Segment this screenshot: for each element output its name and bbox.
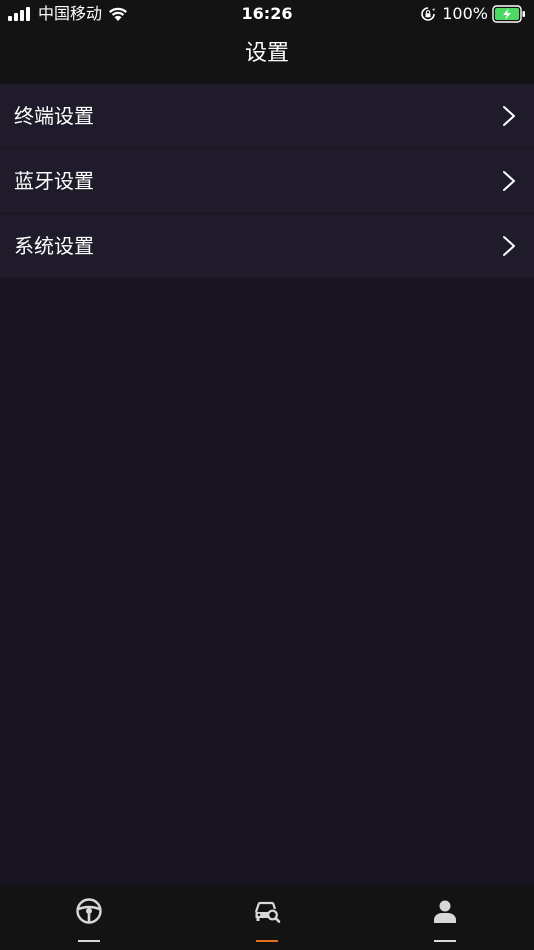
menu-item-label: 终端设置 xyxy=(14,104,94,128)
tab-profile[interactable] xyxy=(356,885,534,950)
top-bar: 中国移动 16:26 100% 设置 xyxy=(0,0,534,84)
menu-item-system-settings[interactable]: 系统设置 xyxy=(0,214,534,279)
menu-item-label: 系统设置 xyxy=(14,234,94,258)
tab-indicator xyxy=(434,940,456,942)
steering-wheel-icon xyxy=(76,898,102,924)
tab-indicator xyxy=(78,940,100,942)
chevron-right-icon xyxy=(503,171,515,191)
page-title: 设置 xyxy=(244,41,289,66)
status-bar: 中国移动 16:26 100% xyxy=(0,0,534,28)
person-icon xyxy=(434,900,456,923)
tab-bar xyxy=(0,885,534,950)
menu-item-bluetooth-settings[interactable]: 蓝牙设置 xyxy=(0,149,534,214)
car-search-icon xyxy=(254,901,281,923)
battery-charging-icon xyxy=(492,5,525,23)
rotation-lock-icon xyxy=(421,7,436,21)
tab-driving[interactable] xyxy=(0,885,178,950)
tab-indicator-active xyxy=(256,940,278,942)
tab-vehicle-check[interactable] xyxy=(178,885,356,950)
menu-item-label: 蓝牙设置 xyxy=(14,169,94,193)
chevron-right-icon xyxy=(503,106,515,126)
battery-percent: 100% xyxy=(442,4,488,23)
settings-menu: 终端设置 蓝牙设置 系统设置 xyxy=(0,84,534,279)
chevron-right-icon xyxy=(503,236,515,256)
menu-item-terminal-settings[interactable]: 终端设置 xyxy=(0,84,534,149)
status-right: 100% xyxy=(420,3,526,25)
